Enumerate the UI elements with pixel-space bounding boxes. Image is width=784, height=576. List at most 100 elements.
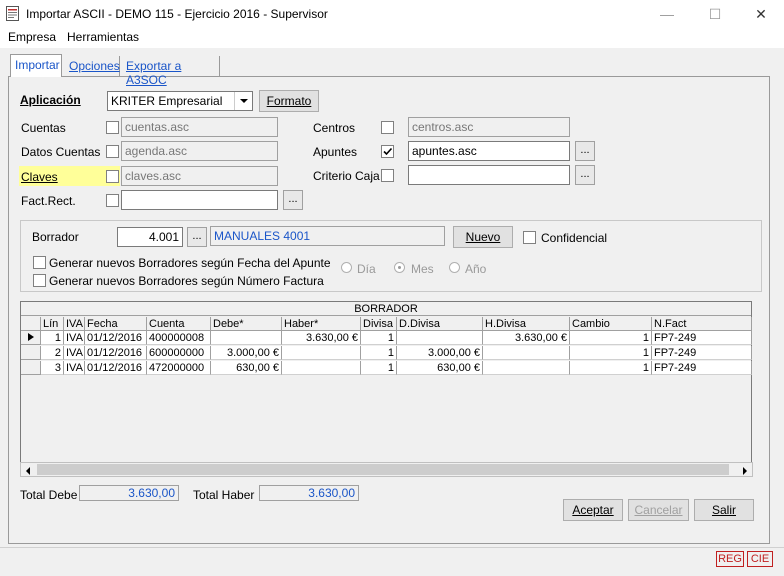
table-row[interactable]: 1 [570,361,652,375]
fact-rect-checkbox[interactable] [106,194,119,207]
table-row[interactable] [397,331,483,345]
table-row[interactable]: 3.630,00 € [483,331,570,345]
criterio-caja-file-input[interactable] [408,165,570,185]
menu-bar: Empresa Herramientas [0,28,784,48]
table-row[interactable]: 600000000 [147,346,211,360]
cancelar-button[interactable]: Cancelar [628,499,689,521]
claves-file-input[interactable]: claves.asc [121,166,278,186]
table-row[interactable]: 2 [41,346,64,360]
checkmark-icon [383,147,393,156]
tab-opciones[interactable]: Opciones [65,56,120,76]
table-row[interactable]: IVA [64,361,85,375]
radio-ano-label: Año [465,262,487,276]
row-selector[interactable] [21,361,41,375]
apuntes-browse-button[interactable]: ... [575,141,595,161]
table-row[interactable]: 3 [41,361,64,375]
table-row[interactable]: 1 [41,331,64,345]
row-indicator-icon[interactable] [21,331,41,345]
table-row[interactable]: 01/12/2016 [85,346,147,360]
col-ddivisa[interactable]: D.Divisa [397,317,483,331]
borrador-number-input[interactable]: 4.001 [117,227,183,247]
centros-label: Centros [313,121,356,135]
menu-empresa[interactable]: Empresa [8,30,56,44]
radio-ano[interactable] [449,262,460,273]
cuentas-file-input[interactable]: cuentas.asc [121,117,278,137]
scroll-left-icon[interactable] [24,465,32,479]
centros-checkbox[interactable] [381,121,394,134]
table-row[interactable]: 400000008 [147,331,211,345]
dropdown-arrow-icon[interactable] [234,92,252,110]
radio-mes[interactable] [394,262,405,273]
datos-cuentas-file-input[interactable]: agenda.asc [121,141,278,161]
table-row[interactable] [282,346,361,360]
window-title: Importar ASCII - DEMO 115 - Ejercicio 20… [26,7,328,21]
table-row[interactable]: 1 [361,331,397,345]
table-row[interactable] [211,331,282,345]
col-nfact[interactable]: N.Fact [652,317,752,331]
formato-button[interactable]: Formato [259,90,319,112]
scroll-right-icon[interactable] [741,465,749,479]
col-fecha[interactable]: Fecha [85,317,147,331]
aceptar-button[interactable]: Aceptar [563,499,623,521]
table-row[interactable]: 3.000,00 € [211,346,282,360]
col-haber[interactable]: Haber* [282,317,361,331]
table-row[interactable] [483,346,570,360]
row-selector[interactable] [21,346,41,360]
col-iva[interactable]: IVA [64,317,85,331]
table-row[interactable]: 01/12/2016 [85,331,147,345]
close-icon[interactable]: ✕ [738,0,784,28]
radio-dia[interactable] [341,262,352,273]
tab-exportar[interactable]: Exportar a A3SOC [122,56,220,87]
table-row[interactable]: 472000000 [147,361,211,375]
minimize-icon[interactable]: — [644,0,690,28]
table-row[interactable]: 3.630,00 € [282,331,361,345]
criterio-caja-checkbox[interactable] [381,169,394,182]
table-row[interactable] [483,361,570,375]
table-row[interactable]: 01/12/2016 [85,361,147,375]
maximize-icon[interactable]: ☐ [692,0,738,28]
table-row[interactable]: 1 [570,331,652,345]
table-row[interactable]: FP7-249 [652,331,752,345]
centros-file-input[interactable]: centros.asc [408,117,570,137]
table-row[interactable]: 630,00 € [397,361,483,375]
table-row[interactable]: 3.000,00 € [397,346,483,360]
borrador-browse-button[interactable]: ... [187,227,207,247]
fact-rect-browse-button[interactable]: ... [283,190,303,210]
confidencial-checkbox[interactable] [523,231,536,244]
table-row[interactable]: FP7-249 [652,361,752,375]
gen-fecha-checkbox[interactable] [33,256,46,269]
menu-herramientas[interactable]: Herramientas [67,30,139,44]
fact-rect-file-input[interactable] [121,190,278,210]
table-row[interactable]: FP7-249 [652,346,752,360]
table-row[interactable]: IVA [64,346,85,360]
datos-cuentas-checkbox[interactable] [106,145,119,158]
apuntes-label: Apuntes [313,145,358,159]
col-cambio[interactable]: Cambio [570,317,652,331]
nuevo-button[interactable]: Nuevo [453,226,513,248]
table-row[interactable] [282,361,361,375]
apuntes-checkbox[interactable] [381,145,394,158]
salir-button[interactable]: Salir [694,499,754,521]
borrador-grid[interactable]: BORRADOR Lín IVA Fecha Cuenta Debe* Habe… [20,301,752,476]
col-hdivisa[interactable]: H.Divisa [483,317,570,331]
datos-cuentas-label: Datos Cuentas [21,145,101,159]
table-row[interactable]: 1 [361,361,397,375]
col-cuenta[interactable]: Cuenta [147,317,211,331]
criterio-caja-browse-button[interactable]: ... [575,165,595,185]
scroll-thumb[interactable] [37,464,729,475]
apuntes-file-input[interactable]: apuntes.asc [408,141,570,161]
table-row[interactable]: 630,00 € [211,361,282,375]
cuentas-checkbox[interactable] [106,121,119,134]
col-debe[interactable]: Debe* [211,317,282,331]
gen-factura-checkbox[interactable] [33,274,46,287]
radio-mes-label: Mes [411,262,434,276]
tab-importar[interactable]: Importar [10,54,62,77]
table-row[interactable]: 1 [361,346,397,360]
aplicacion-select[interactable]: KRITER Empresarial [107,91,253,111]
table-row[interactable]: IVA [64,331,85,345]
col-divisa[interactable]: Divisa [361,317,397,331]
col-lin[interactable]: Lín [41,317,64,331]
claves-checkbox[interactable] [106,170,119,183]
table-row[interactable]: 1 [570,346,652,360]
horizontal-scrollbar[interactable] [20,462,753,477]
